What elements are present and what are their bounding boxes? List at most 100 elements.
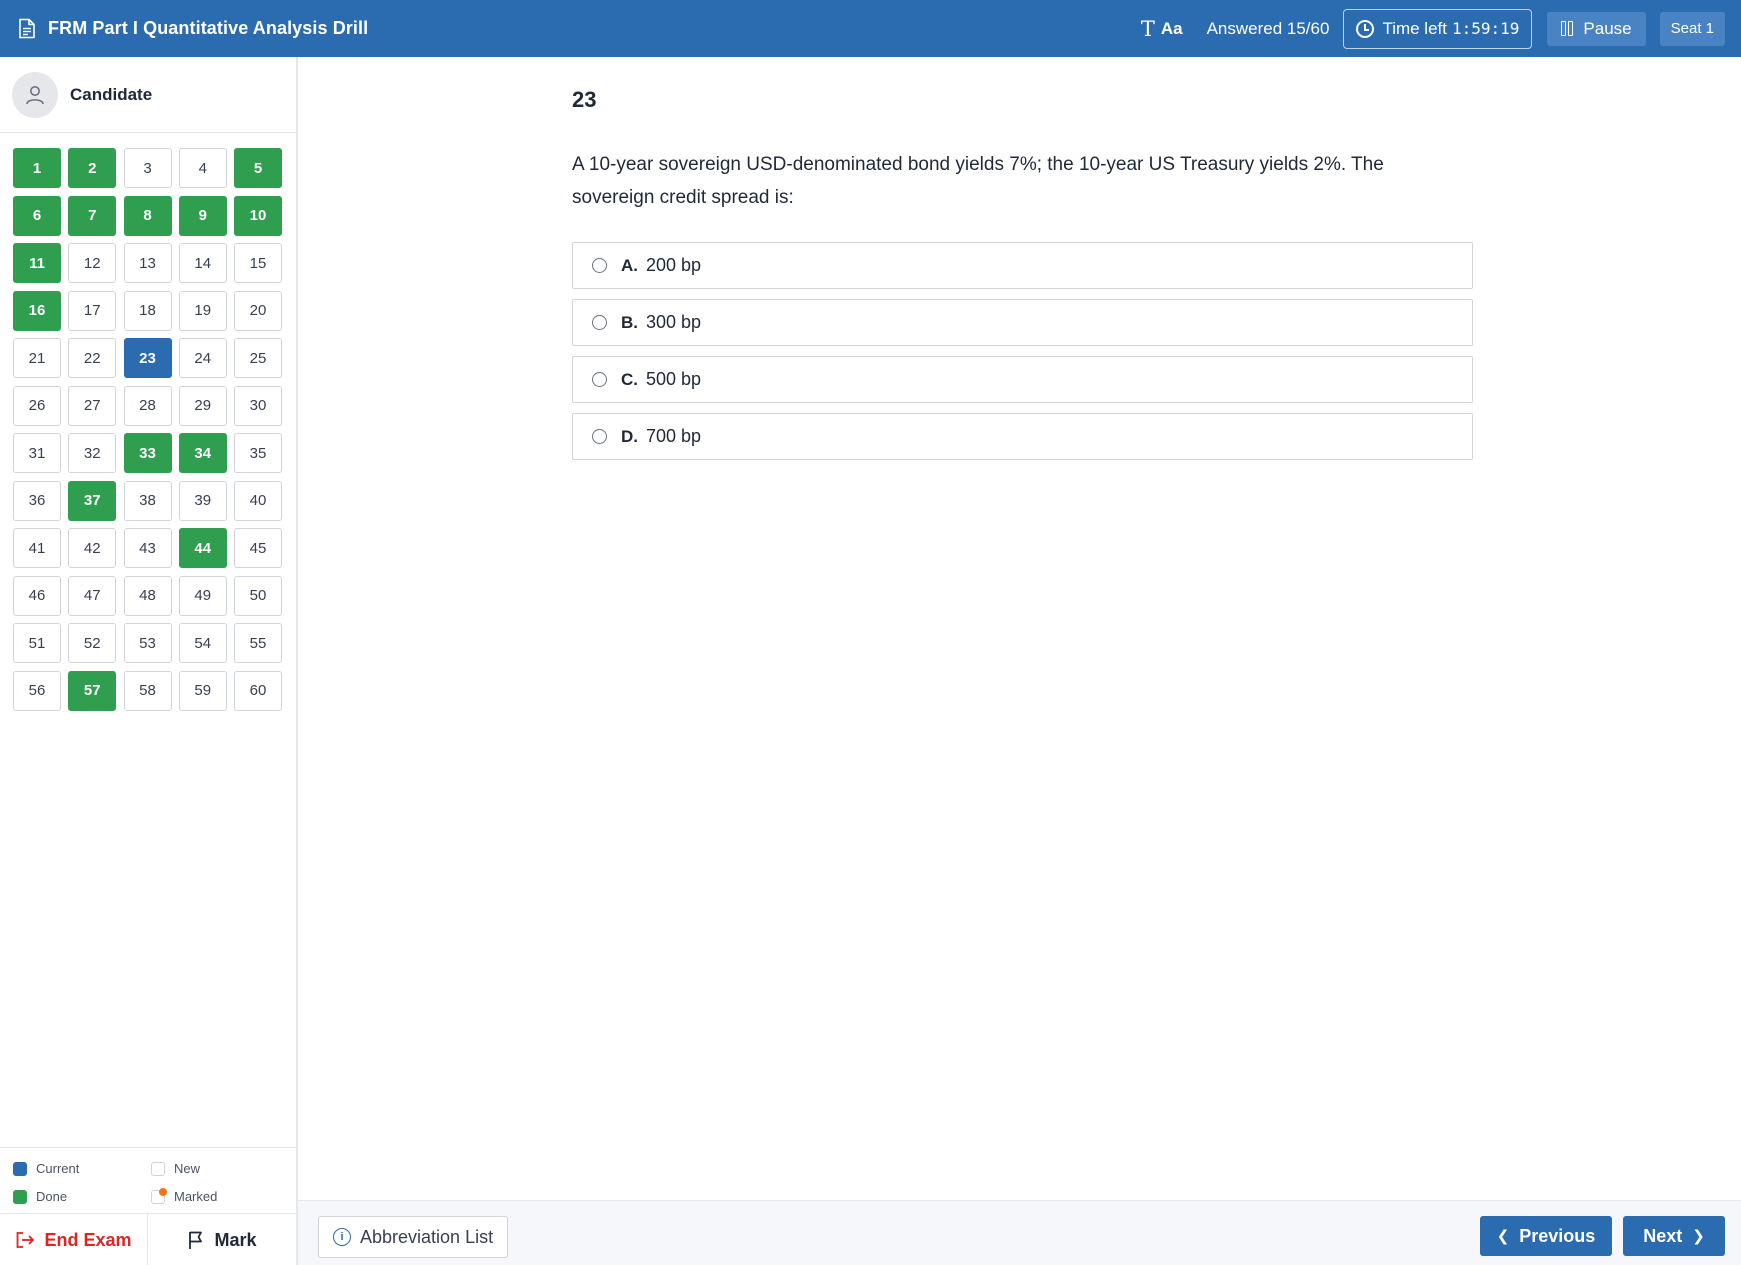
question-nav-button[interactable]: 39 [178,480,227,521]
bottom-bar: i Abbreviation List ❮ Previous Next ❯ [298,1200,1741,1265]
question-nav-button[interactable]: 42 [68,528,117,568]
next-button[interactable]: Next ❯ [1623,1216,1725,1256]
question-nav-button[interactable]: 16 [13,290,61,331]
question-nav-button[interactable]: 20 [234,290,282,331]
question-nav-button[interactable]: 41 [13,528,61,568]
question-nav-button[interactable]: 22 [68,338,117,378]
question-nav-button[interactable]: 23 [123,338,172,378]
question-nav-button[interactable]: 11 [13,243,61,283]
option-letter: D. [621,426,638,446]
answered-count: Answered 15/60 [1206,18,1330,38]
question-nav-button[interactable]: 45 [234,528,282,568]
question-nav-button[interactable]: 36 [13,480,61,521]
question-nav-button[interactable]: 33 [123,433,172,473]
question-nav-button[interactable]: 54 [178,623,227,663]
pause-button[interactable]: Pause [1547,11,1646,46]
candidate-panel: Candidate [0,57,296,133]
question-nav-button[interactable]: 55 [234,623,282,663]
radio-button[interactable] [592,258,607,273]
question-nav-button[interactable]: 15 [234,243,282,283]
question-nav-button[interactable]: 24 [178,338,227,378]
question-nav-button[interactable]: 8 [123,195,172,236]
question-nav-button[interactable]: 17 [68,290,117,331]
abbreviation-list-label: Abbreviation List [360,1226,494,1247]
time-left-value: 1:59:19 [1451,19,1520,38]
option-letter: A. [621,255,638,275]
question-nav-button[interactable]: 60 [234,670,282,711]
question-nav-button[interactable]: 14 [178,243,227,283]
question-nav-button[interactable]: 12 [68,243,117,283]
question-nav-button[interactable]: 7 [68,195,117,236]
question-nav-button[interactable]: 43 [123,528,172,568]
pause-label: Pause [1583,18,1632,38]
question-nav-button[interactable]: 28 [123,385,172,426]
question-nav-button[interactable]: 48 [123,575,172,616]
question-nav-button[interactable]: 32 [68,433,117,473]
question-nav-button[interactable]: 26 [13,385,61,426]
question-nav-button[interactable]: 35 [234,433,282,473]
question-nav-button[interactable]: 3 [123,148,172,188]
question-nav-button[interactable]: 10 [234,195,282,236]
answer-option[interactable]: D. 700 bp [572,413,1473,460]
radio-button[interactable] [592,429,607,444]
chevron-left-icon: ❮ [1496,1228,1510,1245]
mark-button[interactable]: Mark [148,1214,296,1265]
previous-button[interactable]: ❮ Previous [1480,1216,1612,1256]
question-nav-button[interactable]: 53 [123,623,172,663]
question-nav-button[interactable]: 4 [178,148,227,188]
question-nav-button[interactable]: 49 [178,575,227,616]
question-nav-button[interactable]: 50 [234,575,282,616]
question-nav-button[interactable]: 59 [178,670,227,711]
radio-button[interactable] [592,315,607,330]
question-nav-button[interactable]: 27 [68,385,117,426]
question-nav-button[interactable]: 2 [68,148,117,188]
exit-icon [17,1232,35,1248]
question-nav-button[interactable]: 37 [68,480,117,521]
answer-option[interactable]: A. 200 bp [572,242,1473,289]
question-nav-button[interactable]: 21 [13,338,61,378]
abbreviation-list-button[interactable]: i Abbreviation List [318,1216,509,1258]
question-nav-button[interactable]: 44 [178,528,227,568]
question-nav-button[interactable]: 31 [13,433,61,473]
question-nav-button[interactable]: 9 [178,195,227,236]
question-nav-button[interactable]: 18 [123,290,172,331]
question-nav-button[interactable]: 52 [68,623,117,663]
question-nav-button[interactable]: 1 [13,148,61,188]
flag-icon [189,1231,203,1249]
chevron-right-icon: ❯ [1692,1228,1705,1245]
user-icon [26,85,44,104]
question-nav-button[interactable]: 46 [13,575,61,616]
question-nav-button[interactable]: 34 [178,433,227,473]
title-group: FRM Part I Quantitative Analysis Drill [18,18,368,40]
time-left-label: Time left [1382,18,1447,38]
question-nav-button[interactable]: 40 [234,480,282,521]
question-nav-button[interactable]: 30 [234,385,282,426]
answer-option[interactable]: B. 300 bp [572,299,1473,346]
question-nav-button[interactable]: 25 [234,338,282,378]
marked-swatch [151,1187,167,1204]
end-exam-button[interactable]: End Exam [0,1214,148,1265]
question-nav-button[interactable]: 5 [234,148,282,188]
question-nav-button[interactable]: 38 [123,480,172,521]
question-nav-button[interactable]: 58 [123,670,172,711]
option-letter: C. [621,369,638,389]
header-controls: T Aa Answered 15/60 Time left 1:59:19 Pa… [1141,0,1725,57]
question-nav-button[interactable]: 29 [178,385,227,426]
next-label: Next [1643,1225,1683,1246]
question-nav-button[interactable]: 19 [178,290,227,331]
font-size-control[interactable]: T Aa [1141,17,1183,41]
answer-option[interactable]: C. 500 bp [572,356,1473,403]
legend-marked-label: Marked [174,1189,218,1204]
question-nav-button[interactable]: 51 [13,623,61,663]
question-nav-button[interactable]: 6 [13,195,61,236]
radio-button[interactable] [592,372,607,387]
new-swatch [151,1161,165,1176]
question-nav-button[interactable]: 13 [123,243,172,283]
question-nav-button[interactable]: 47 [68,575,117,616]
font-size-label: Aa [1160,18,1183,38]
question-nav-button[interactable]: 57 [68,670,117,711]
info-icon: i [333,1228,351,1246]
question-nav-button[interactable]: 56 [13,670,61,711]
sidebar: Candidate 1 2 3 4 5 6 7 8 9 10 11 12 13 14 15 16 17 18 19 2… [0,57,298,1265]
answer-options: A. 200 bp B. 300 bp C. 500 bp D. 700 bp [572,242,1473,470]
